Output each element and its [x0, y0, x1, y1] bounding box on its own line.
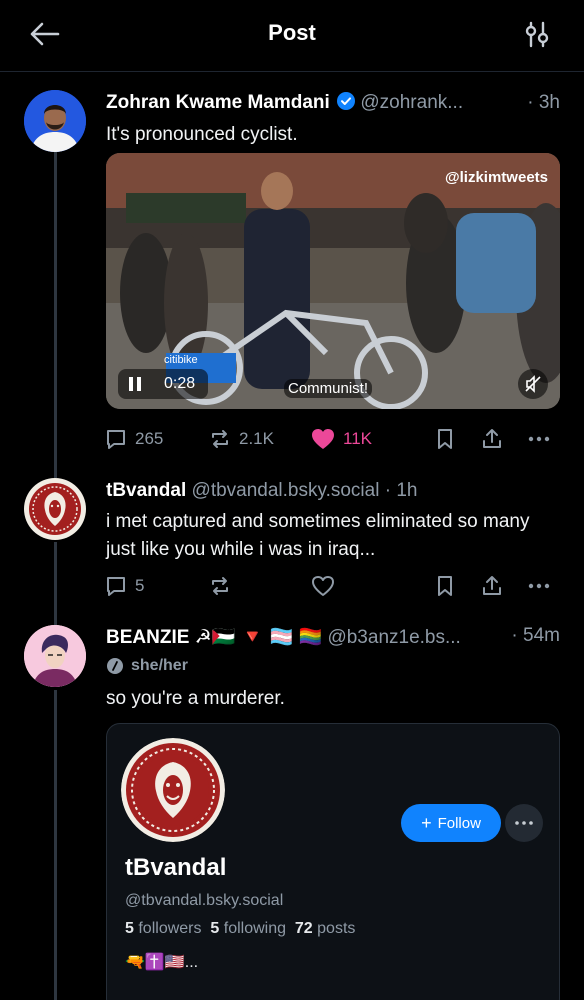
post-item[interactable]: tBvandal @tbvandal.bsky.social · 1h i me… [0, 470, 584, 615]
repost-icon [212, 577, 228, 595]
profile-stats: 5 followers 5 following 72 posts [125, 920, 355, 938]
post-text: It's pronounced cyclist. [106, 124, 298, 145]
repost-count: 2.1K [239, 429, 274, 448]
posts-count: 72 [294, 920, 313, 937]
repost-icon [212, 430, 228, 448]
video-time: 0:28 [164, 375, 196, 392]
mute-button[interactable] [518, 369, 548, 399]
post-text: so you're a murderer. [106, 688, 285, 709]
profile-name: tBvandal [125, 854, 227, 881]
bookmark-icon [438, 576, 452, 596]
more-button[interactable] [526, 424, 552, 454]
reply-icon [107, 577, 125, 596]
post-author: tBvandal @tbvandal.bsky.social · 1h [106, 480, 417, 502]
avatar[interactable] [24, 625, 86, 687]
video-caption: Communist! [284, 379, 373, 398]
pronoun-icon [107, 658, 123, 674]
more-icon [528, 583, 550, 589]
reply-icon [107, 430, 125, 449]
share-button[interactable] [480, 571, 504, 601]
like-button[interactable]: 11K [310, 424, 372, 454]
followers-count: 5 [125, 920, 134, 937]
post-author: Zohran Kwame Mamdani @zohrank... [106, 92, 463, 114]
video-player[interactable]: @lizkimtweets citibike 0:28 Communist! [106, 153, 560, 409]
posts-label: posts [317, 920, 356, 937]
repost-button[interactable] [208, 571, 232, 601]
reply-button[interactable]: 5 [104, 571, 144, 601]
verified-icon [337, 92, 356, 110]
more-icon [515, 821, 533, 825]
heart-icon [312, 576, 334, 596]
post-text: i met captured and sometimes eliminated … [106, 511, 530, 560]
share-icon [483, 576, 501, 595]
share-icon [483, 429, 501, 448]
post-timestamp[interactable]: · 3h [527, 92, 560, 114]
post-author: BEANZIE ☭🇵🇸 🔻 🏳️‍⚧️ 🏳️‍🌈 @b3anz1e.bs... [106, 625, 461, 649]
post-timestamp[interactable]: · 1h [385, 480, 418, 501]
avatar[interactable] [24, 478, 86, 540]
bookmark-button[interactable] [434, 424, 456, 454]
author-name[interactable]: tBvandal [106, 480, 186, 501]
repost-button[interactable]: 2.1K [208, 424, 274, 454]
pronouns-tag: she/her [106, 657, 188, 675]
followers-label[interactable]: followers [138, 920, 201, 937]
author-handle[interactable]: @tbvandal.bsky.social [192, 480, 380, 501]
reply-count: 265 [135, 429, 164, 448]
author-handle[interactable]: @zohrank... [360, 92, 463, 113]
author-name[interactable]: Zohran Kwame Mamdani [106, 92, 330, 113]
bike-label: citibike [164, 354, 198, 366]
author-name[interactable]: BEANZIE ☭🇵🇸 🔻 🏳️‍⚧️ 🏳️‍🌈 [106, 627, 322, 648]
pronouns-text: she/her [131, 657, 188, 674]
video-watermark: @lizkimtweets [445, 169, 548, 186]
profile-handle: @tbvandal.bsky.social [125, 892, 284, 909]
profile-avatar[interactable] [121, 738, 225, 842]
share-button[interactable] [480, 424, 504, 454]
pause-icon[interactable] [128, 376, 142, 392]
avatar[interactable] [24, 90, 86, 152]
like-count: 11K [343, 429, 372, 448]
embedded-profile-card[interactable]: + Follow tBvandal @tbvandal.bsky.social … [106, 723, 560, 1000]
post-actions: 265 2.1K 11K [104, 424, 559, 454]
author-handle[interactable]: @b3anz1e.bs... [327, 627, 460, 648]
follow-label: Follow [437, 814, 481, 832]
reply-count: 5 [135, 576, 145, 595]
bookmark-icon [438, 429, 452, 449]
more-icon [528, 436, 550, 442]
like-button[interactable] [310, 571, 336, 601]
profile-bio: 🔫✝️🇺🇸... [125, 954, 199, 971]
bookmark-button[interactable] [434, 571, 456, 601]
reply-button[interactable]: 265 [104, 424, 163, 454]
post-item[interactable]: Zohran Kwame Mamdani @zohrank... · 3h It… [0, 0, 584, 470]
follow-button[interactable]: + Follow [401, 804, 501, 842]
mute-icon [525, 375, 541, 393]
following-label[interactable]: following [224, 920, 286, 937]
more-button[interactable] [526, 571, 552, 601]
post-actions: 5 [104, 571, 559, 601]
heart-icon [312, 429, 334, 449]
post-timestamp[interactable]: · 54m [511, 625, 560, 647]
following-count: 5 [210, 920, 220, 937]
video-controls: 0:28 [118, 369, 208, 399]
profile-more-button[interactable] [505, 804, 543, 842]
plus-icon: + [421, 813, 432, 833]
